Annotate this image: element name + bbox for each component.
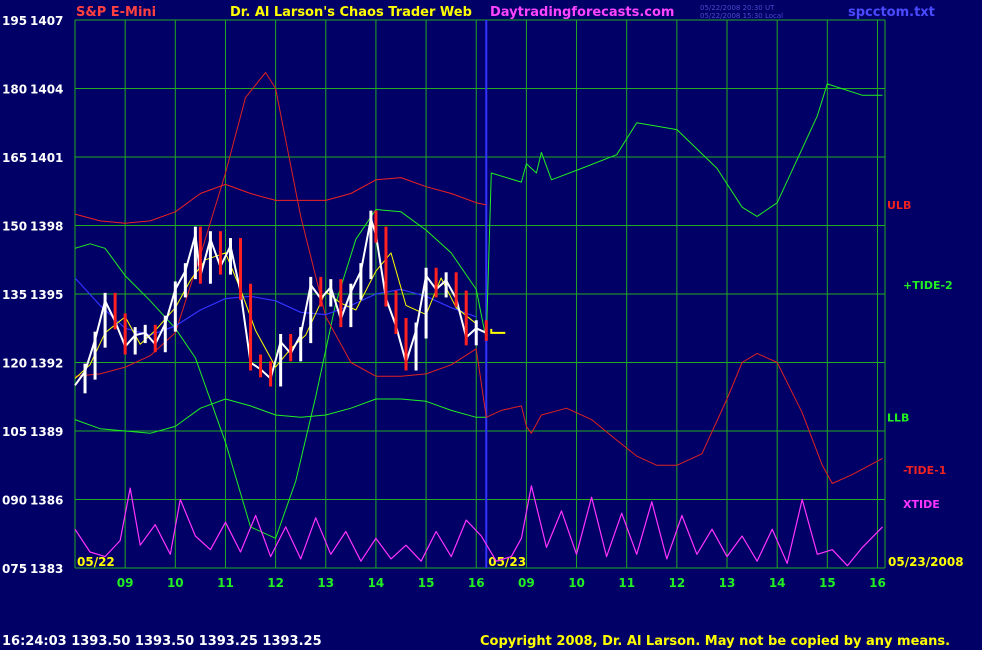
y-tick-label-left: 105 — [2, 425, 27, 439]
y-tick-label-left: 075 — [2, 562, 27, 576]
y-tick-label-price: 1404 — [30, 83, 63, 97]
chaos-chart: 195 1407180 1404165 1401150 1398135 1395120 13… — [2, 14, 964, 590]
x-tick-label: 13 — [317, 576, 334, 590]
x-tick-label: 16 — [468, 576, 485, 590]
legend-label-ulb: ULB — [887, 199, 911, 212]
x-tick-label: 14 — [368, 576, 385, 590]
y-tick-label-left: 150 — [2, 220, 27, 234]
x-tick-label: 16 — [869, 576, 886, 590]
x-tick-label: 15 — [418, 576, 435, 590]
series-line-ulb — [74, 177, 487, 224]
y-tick-label-price: 1383 — [30, 562, 63, 576]
x-tick-label: 09 — [117, 576, 134, 590]
x-tick-label: 15 — [819, 576, 836, 590]
legend-label-xtide: XTIDE — [903, 498, 940, 511]
y-tick-label-left: 120 — [2, 357, 27, 371]
x-tick-label: 11 — [618, 576, 635, 590]
y-tick-label-left: 090 — [2, 494, 27, 508]
series-line-tide-2 — [74, 83, 883, 539]
series-line-xtide — [74, 485, 883, 567]
date-label-end: 05/23/2008 — [888, 555, 964, 569]
x-tick-label: 12 — [267, 576, 284, 590]
y-tick-label-price: 1392 — [30, 357, 63, 371]
y-tick-label-left: 165 — [2, 151, 27, 165]
copyright-notice: Copyright 2008, Dr. Al Larson. May not b… — [480, 634, 951, 649]
x-tick-label: 10 — [568, 576, 585, 590]
legend-label-tide-2: +TIDE-2 — [903, 279, 953, 292]
y-tick-label-price: 1407 — [30, 14, 63, 28]
y-tick-label-price: 1398 — [30, 220, 63, 234]
series-line-llb — [74, 398, 487, 434]
y-tick-label-left: 135 — [2, 288, 27, 302]
y-tick-label-left: 195 — [2, 14, 27, 28]
last-price-marker — [490, 328, 506, 334]
x-tick-label: 12 — [669, 576, 686, 590]
x-tick-label: 14 — [769, 576, 786, 590]
date-label-start: 05/22 — [77, 555, 115, 569]
x-tick-label: 13 — [719, 576, 736, 590]
y-tick-label-price: 1401 — [30, 151, 63, 165]
y-tick-label-price: 1389 — [30, 425, 63, 439]
y-tick-label-price: 1395 — [30, 288, 63, 302]
x-tick-label: 10 — [167, 576, 184, 590]
quote-line: 16:24:03 1393.50 1393.50 1393.25 1393.25 — [2, 634, 322, 649]
legend-label-tide-1: -TIDE-1 — [903, 464, 946, 477]
legend-label-llb: LLB — [887, 411, 909, 424]
y-tick-label-price: 1386 — [30, 494, 63, 508]
x-tick-label: 11 — [217, 576, 234, 590]
y-tick-label-left: 180 — [2, 83, 27, 97]
x-tick-label: 09 — [518, 576, 535, 590]
